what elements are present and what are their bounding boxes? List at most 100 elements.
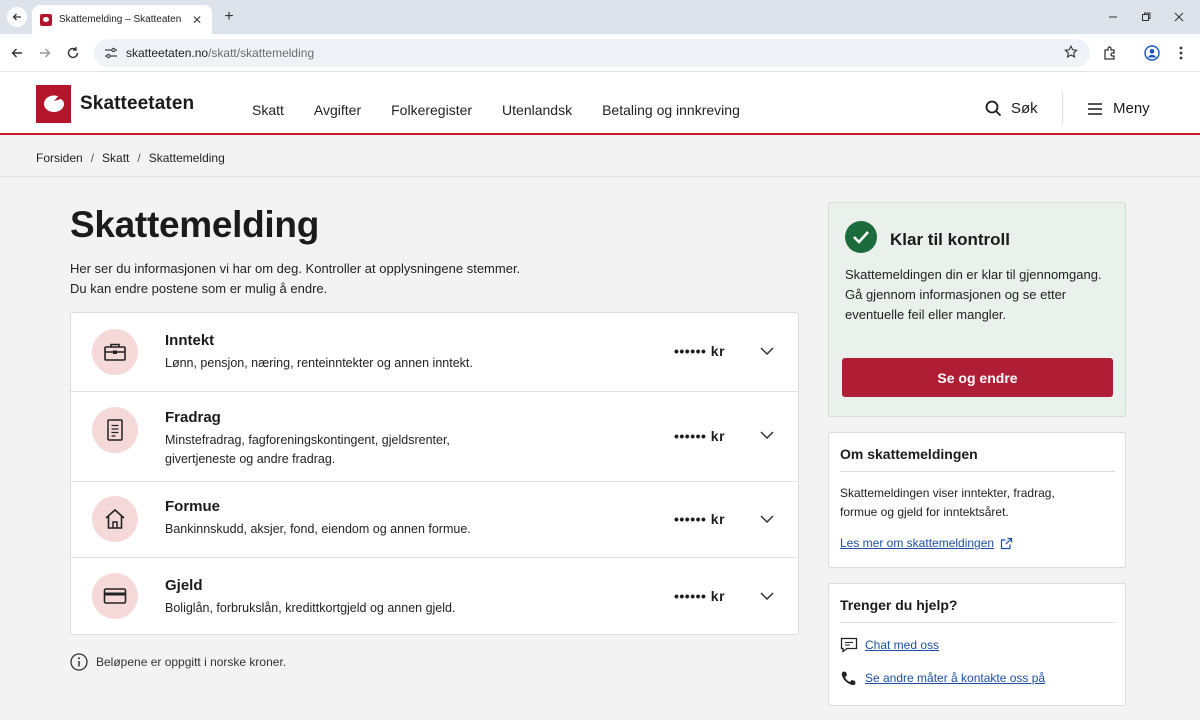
list-item-inntekt[interactable]: Inntekt Lønn, pensjon, næring, renteinnt… xyxy=(71,313,798,392)
chevron-down-icon[interactable] xyxy=(759,427,775,443)
header-divider xyxy=(1062,92,1063,124)
card-divider xyxy=(840,471,1115,472)
restore-icon xyxy=(1142,12,1151,21)
chevron-down-icon[interactable] xyxy=(759,511,775,527)
item-title: Formue xyxy=(165,498,221,515)
back-arrow-icon xyxy=(11,48,22,58)
menu-label: Meny xyxy=(1113,100,1150,117)
see-and-edit-button[interactable]: Se og endre xyxy=(842,358,1113,397)
currency-footnote: Beløpene er oppgitt i norske kroner. xyxy=(70,653,286,671)
list-item-gjeld[interactable]: Gjeld Boliglån, forbrukslån, kredittkort… xyxy=(71,558,798,634)
house-icon xyxy=(92,496,138,542)
help-title: Trenger du hjelp? xyxy=(840,597,958,613)
site-logo[interactable]: Skatteetaten xyxy=(36,85,194,123)
nav-item-folkeregister[interactable]: Folkeregister xyxy=(391,102,472,118)
chat-link[interactable]: Chat med oss xyxy=(865,638,939,652)
back-button[interactable] xyxy=(7,43,27,63)
breadcrumb-forsiden[interactable]: Forsiden xyxy=(36,151,83,165)
item-description: Boliglån, forbrukslån, kredittkortgjeld … xyxy=(165,601,456,615)
menu-button[interactable]: Meny xyxy=(1087,100,1150,117)
intro-text: Her ser du informasjonen vi har om deg. … xyxy=(70,261,521,296)
about-text: Skattemeldingen viser inntekter, fradrag… xyxy=(840,486,1055,519)
about-card: Om skattemeldingen Skattemeldingen viser… xyxy=(828,432,1126,568)
breadcrumb-skatt[interactable]: Skatt xyxy=(102,151,129,165)
chat-link-row[interactable]: Chat med oss xyxy=(840,637,939,653)
brand-name: Skatteetaten xyxy=(80,93,195,114)
breadcrumb-separator: / xyxy=(137,151,141,165)
contact-link[interactable]: Se andre måter å kontakte oss på xyxy=(865,671,1045,685)
close-icon xyxy=(1174,12,1184,22)
breadcrumb-divider xyxy=(0,176,1200,177)
reload-button[interactable] xyxy=(63,43,83,63)
main-nav: Skatt Avgifter Folkeregister Utenlandsk … xyxy=(252,102,770,118)
browser-toolbar: skatteetaten.no/skatt/skattemelding xyxy=(0,34,1200,72)
contact-link-row[interactable]: Se andre måter å kontakte oss på xyxy=(840,670,1045,686)
briefcase-icon xyxy=(92,329,138,375)
status-description: Skattemeldingen din er klar til gjennomg… xyxy=(845,267,1102,322)
item-description: Bankinnskudd, aksjer, fond, eiendom og a… xyxy=(165,522,471,536)
chevron-down-icon[interactable] xyxy=(759,343,775,359)
read-more-link[interactable]: Les mer om skattemeldingen xyxy=(840,536,1013,550)
active-tab[interactable]: Skattemelding – Skatteaten ✕ xyxy=(32,5,212,34)
footnote-text: Beløpene er oppgitt i norske kroner. xyxy=(96,655,287,669)
item-title: Inntekt xyxy=(165,332,215,349)
nav-item-avgifter[interactable]: Avgifter xyxy=(314,102,361,118)
address-bar[interactable]: skatteetaten.no/skatt/skattemelding xyxy=(94,39,1090,67)
minimize-icon xyxy=(1109,16,1117,18)
tab-search-button[interactable] xyxy=(7,7,27,27)
info-icon xyxy=(70,653,88,671)
about-title: Om skattemeldingen xyxy=(840,446,978,462)
card-icon xyxy=(92,573,138,619)
forward-button[interactable] xyxy=(35,43,55,63)
item-title: Gjeld xyxy=(165,577,203,594)
new-tab-button[interactable]: + xyxy=(220,8,238,26)
breadcrumb-separator: / xyxy=(90,151,95,165)
chat-bubble-icon xyxy=(840,637,858,653)
search-icon xyxy=(985,100,1002,117)
bookmark-star-icon[interactable] xyxy=(1064,44,1078,64)
item-description: Minstefradrag, fagforeningskontingent, g… xyxy=(165,433,450,466)
browser-menu-button[interactable] xyxy=(1171,43,1191,63)
site-settings-icon[interactable] xyxy=(104,46,118,60)
document-icon xyxy=(92,407,138,453)
profile-avatar-icon xyxy=(1144,45,1160,61)
browser-tab-bar: Skattemelding – Skatteaten ✕ + xyxy=(0,0,1200,34)
chevron-down-icon[interactable] xyxy=(759,588,775,604)
search-button[interactable]: Søk xyxy=(985,100,1038,117)
item-amount: •••••• kr xyxy=(674,511,726,527)
nav-item-betaling[interactable]: Betaling og innkreving xyxy=(602,102,740,118)
list-item-fradrag[interactable]: Fradrag Minstefradrag, fagforeningskonti… xyxy=(71,392,798,482)
hamburger-menu-icon xyxy=(1088,102,1102,115)
status-card: Klar til kontroll Skattemeldingen din er… xyxy=(828,202,1126,417)
favicon-icon xyxy=(40,13,52,26)
maximize-button[interactable] xyxy=(1137,9,1155,25)
item-description: Lønn, pensjon, næring, renteinntekter og… xyxy=(165,356,473,370)
close-window-button[interactable] xyxy=(1170,9,1188,25)
external-link-icon xyxy=(1000,537,1013,549)
breadcrumb-current: Skattemelding xyxy=(148,151,225,165)
page-title: Skattemelding xyxy=(70,204,319,245)
back-arrow-icon xyxy=(12,13,21,21)
url-text: skatteetaten.no/skatt/skattemelding xyxy=(126,46,315,60)
status-title: Klar til kontroll xyxy=(890,230,1010,249)
item-amount: •••••• kr xyxy=(674,428,726,444)
list-item-formue[interactable]: Formue Bankinnskudd, aksjer, fond, eiend… xyxy=(71,482,798,558)
item-title: Fradrag xyxy=(165,409,221,426)
tab-close-icon[interactable]: ✕ xyxy=(190,13,204,27)
card-divider xyxy=(840,622,1115,623)
nav-item-utenlandsk[interactable]: Utenlandsk xyxy=(502,102,572,118)
site-header: Skatteetaten Skatt Avgifter Folkeregiste… xyxy=(0,72,1200,135)
logo-mark-icon xyxy=(36,85,71,123)
item-amount: •••••• kr xyxy=(674,588,726,604)
checkmark-icon xyxy=(845,221,877,253)
forward-arrow-icon xyxy=(40,48,51,58)
minimize-button[interactable] xyxy=(1104,9,1122,25)
profile-button[interactable] xyxy=(1142,43,1162,63)
tax-items-list: Inntekt Lønn, pensjon, næring, renteinnt… xyxy=(70,312,799,635)
nav-item-skatt[interactable]: Skatt xyxy=(252,102,284,118)
puzzle-icon xyxy=(1104,46,1115,60)
phone-icon xyxy=(841,671,856,686)
reload-icon xyxy=(67,47,79,59)
item-amount: •••••• kr xyxy=(674,343,726,359)
extensions-button[interactable] xyxy=(1100,43,1120,63)
